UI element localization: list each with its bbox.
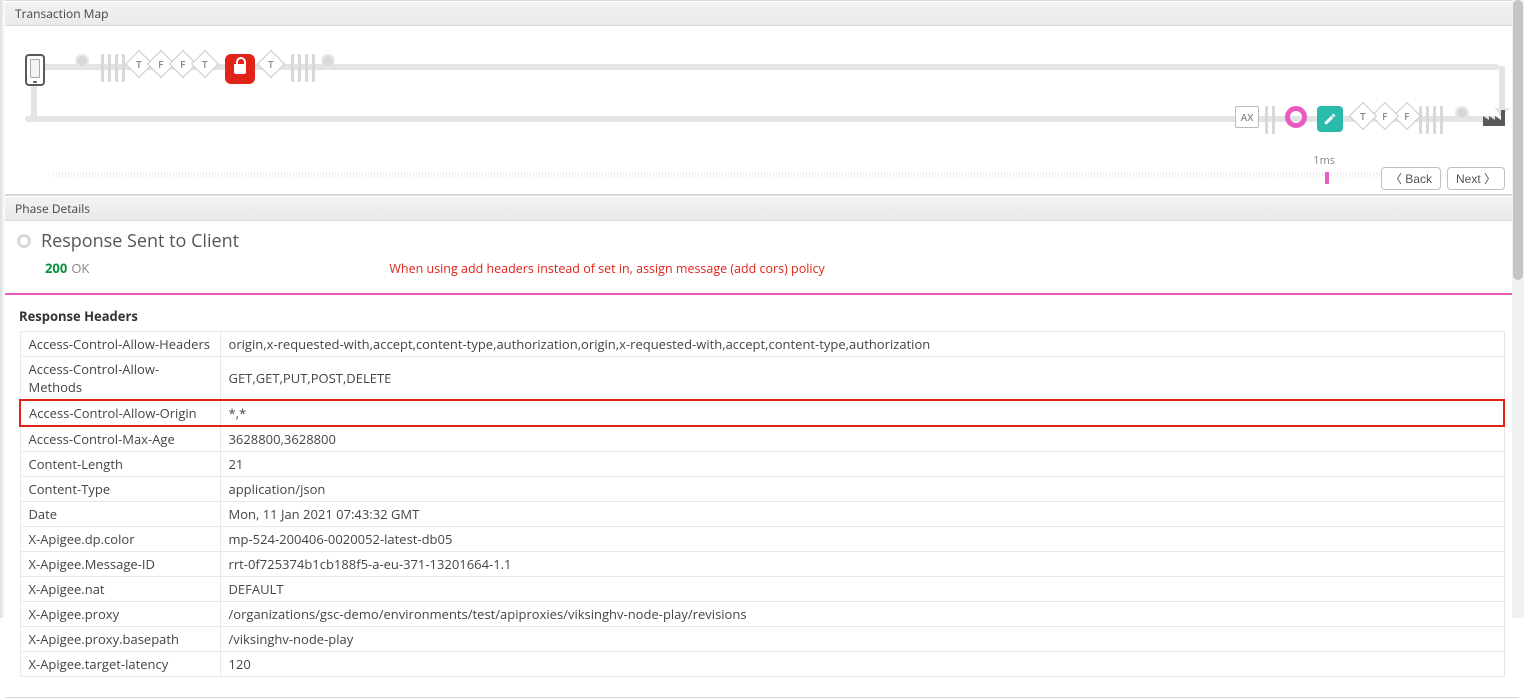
table-row: X-Apigee.target-latency120 — [20, 652, 1504, 677]
phase-title: Response Sent to Client — [41, 229, 239, 253]
header-key: Content-Type — [20, 477, 220, 502]
analytics-node[interactable]: AX — [1235, 106, 1259, 128]
timeline-marker[interactable] — [1325, 172, 1329, 184]
header-key: X-Apigee.dp.color — [20, 527, 220, 552]
condition-diamond[interactable]: F — [153, 54, 169, 74]
assign-message-policy-icon[interactable] — [1317, 106, 1343, 132]
header-value: 120 — [220, 652, 1504, 677]
transaction-map-panel: Transaction Map T F F T T F F T — [5, 0, 1519, 195]
header-value: 3628800,3628800 — [220, 426, 1504, 452]
condition-diamond[interactable]: T — [197, 54, 213, 74]
transaction-map-body: T F F T T F F T AX 1ms 〈 Back — [5, 26, 1519, 194]
table-row: X-Apigee.dp.colormp-524-200406-0020052-l… — [20, 527, 1504, 552]
flow-bars-icon[interactable] — [1263, 106, 1277, 134]
table-row: Access-Control-Allow-MethodsGET,GET,PUT,… — [20, 357, 1504, 401]
selected-flow-node[interactable] — [1285, 106, 1307, 128]
diamond-label: F — [1382, 109, 1387, 123]
response-headers-section: Response Headers Access-Control-Allow-He… — [5, 295, 1519, 697]
next-button[interactable]: Next 〉 — [1447, 167, 1505, 190]
vertical-scrollbar[interactable] — [1512, 0, 1524, 618]
header-value: GET,GET,PUT,POST,DELETE — [220, 357, 1504, 401]
table-row: Access-Control-Allow-Headersorigin,x-req… — [20, 332, 1504, 357]
flow-bars-icon[interactable] — [1417, 106, 1445, 134]
target-backend-icon[interactable] — [1483, 106, 1505, 126]
condition-diamond[interactable]: T — [263, 54, 279, 74]
table-row: Content-Length21 — [20, 452, 1504, 477]
back-button[interactable]: 〈 Back — [1381, 167, 1441, 190]
condition-diamond[interactable]: F — [1399, 106, 1415, 126]
status-code: 200 — [45, 259, 67, 277]
phase-details-panel: Phase Details Response Sent to Client 20… — [5, 195, 1519, 698]
flow-dot[interactable] — [321, 54, 335, 68]
flow-dot[interactable] — [75, 54, 89, 68]
transaction-map-header: Transaction Map — [5, 1, 1519, 26]
header-value: /organizations/gsc-demo/environments/tes… — [220, 602, 1504, 627]
header-key: Date — [20, 502, 220, 527]
header-value: 21 — [220, 452, 1504, 477]
condition-diamond[interactable]: F — [1377, 106, 1393, 126]
header-value: rrt-0f725374b1cb188f5-a-eu-371-13201664-… — [220, 552, 1504, 577]
table-row: DateMon, 11 Jan 2021 07:43:32 GMT — [20, 502, 1504, 527]
lock-icon — [234, 64, 246, 74]
table-row: X-Apigee.Message-IDrrt-0f725374b1cb188f5… — [20, 552, 1504, 577]
header-key: X-Apigee.nat — [20, 577, 220, 602]
response-headers-table: Access-Control-Allow-Headersorigin,x-req… — [19, 331, 1505, 677]
condition-diamond[interactable]: T — [131, 54, 147, 74]
phase-details-header: Phase Details — [5, 196, 1519, 221]
timeline-label: 1ms — [1313, 153, 1335, 168]
security-policy-icon[interactable] — [225, 54, 255, 84]
table-row: X-Apigee.proxy/organizations/gsc-demo/en… — [20, 602, 1504, 627]
condition-diamond[interactable]: T — [1355, 106, 1371, 126]
client-device-icon[interactable] — [25, 54, 45, 86]
flow-bars-icon[interactable] — [289, 54, 317, 82]
header-key: Content-Length — [20, 452, 220, 477]
condition-diamond[interactable]: F — [175, 54, 191, 74]
timeline: 1ms — [53, 172, 1499, 184]
response-headers-title: Response Headers — [19, 307, 1505, 325]
table-row: Access-Control-Max-Age3628800,3628800 — [20, 426, 1504, 452]
diamond-label: T — [1360, 109, 1366, 123]
header-value: origin,x-requested-with,accept,content-t… — [220, 332, 1504, 357]
ring-icon — [1285, 106, 1307, 128]
header-value: application/json — [220, 477, 1504, 502]
header-value: mp-524-200406-0020052-latest-db05 — [220, 527, 1504, 552]
diamond-label: F — [158, 57, 163, 71]
timeline-track[interactable] — [53, 172, 1499, 178]
response-lane — [25, 116, 1499, 122]
flow-dot[interactable] — [1455, 106, 1469, 120]
header-value: DEFAULT — [220, 577, 1504, 602]
header-key: X-Apigee.proxy.basepath — [20, 627, 220, 652]
header-key: Access-Control-Allow-Origin — [20, 400, 220, 426]
warning-annotation: When using add headers instead of set in… — [389, 260, 824, 277]
header-key: X-Apigee.proxy — [20, 602, 220, 627]
table-row: Content-Typeapplication/json — [20, 477, 1504, 502]
table-row: X-Apigee.proxy.basepath/viksinghv-node-p… — [20, 627, 1504, 652]
diamond-label: T — [136, 57, 142, 71]
diamond-label: T — [202, 57, 208, 71]
flow-bars-icon[interactable] — [99, 54, 127, 82]
header-key: Access-Control-Allow-Methods — [20, 357, 220, 401]
header-value: Mon, 11 Jan 2021 07:43:32 GMT — [220, 502, 1504, 527]
table-row: Access-Control-Allow-Origin*,* — [20, 400, 1504, 426]
phase-dot-icon — [17, 234, 31, 248]
diamond-label: F — [180, 57, 185, 71]
header-key: X-Apigee.Message-ID — [20, 552, 220, 577]
header-value: /viksinghv-node-play — [220, 627, 1504, 652]
header-key: Access-Control-Max-Age — [20, 426, 220, 452]
header-value: *,* — [220, 400, 1504, 426]
header-key: Access-Control-Allow-Headers — [20, 332, 220, 357]
diamond-label: T — [268, 57, 274, 71]
status-text: OK — [71, 259, 89, 277]
diamond-label: F — [1404, 109, 1409, 123]
table-row: X-Apigee.natDEFAULT — [20, 577, 1504, 602]
scrollbar-thumb[interactable] — [1513, 0, 1523, 280]
header-key: X-Apigee.target-latency — [20, 652, 220, 677]
